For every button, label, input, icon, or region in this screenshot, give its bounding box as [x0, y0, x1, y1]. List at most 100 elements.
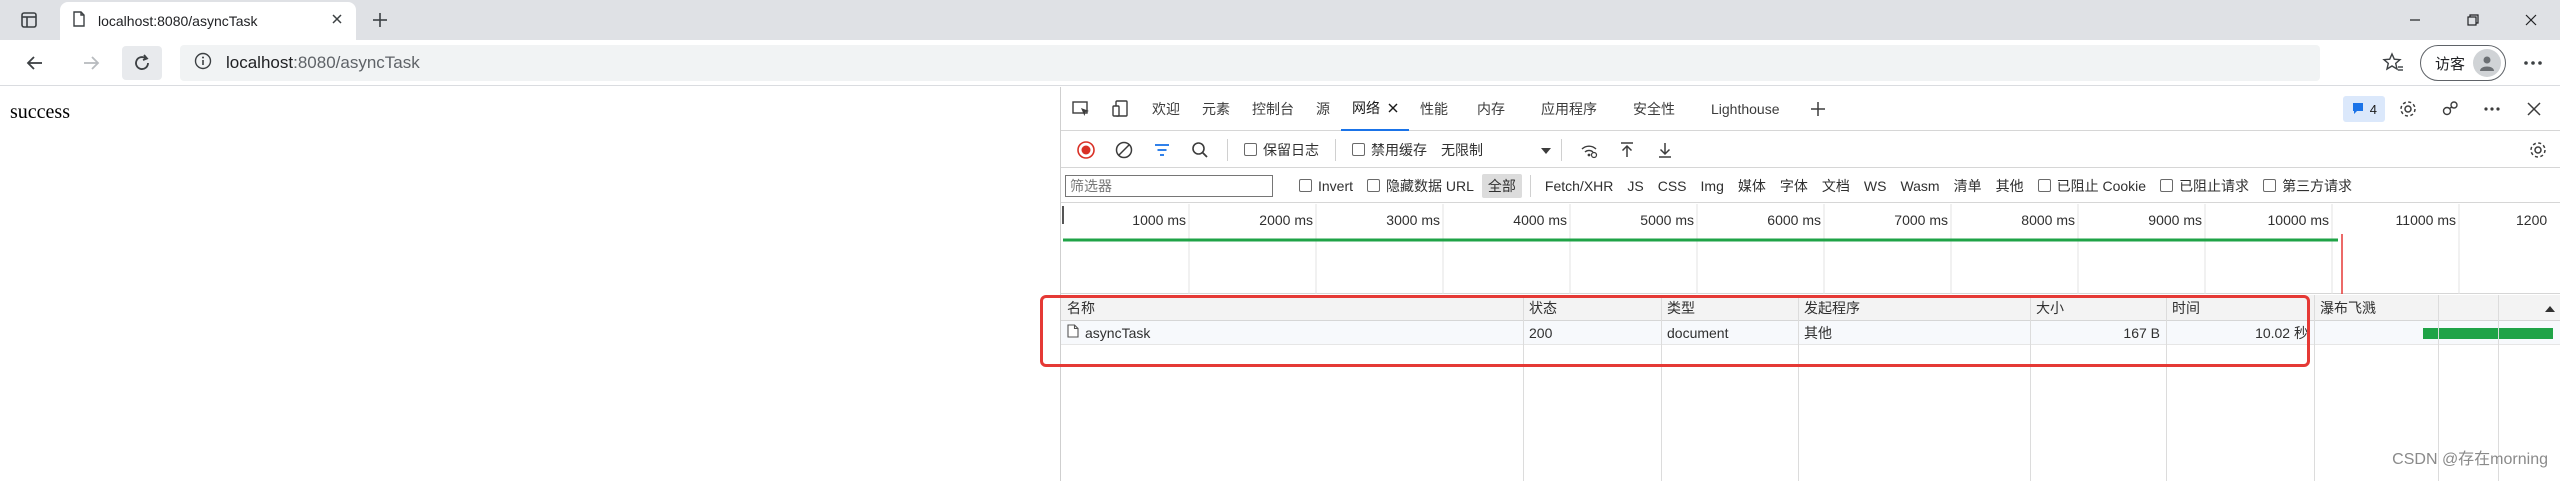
tab-console[interactable]: 控制台: [1241, 87, 1305, 131]
window-close-icon[interactable]: [2502, 0, 2560, 40]
close-devtools-icon[interactable]: [2515, 87, 2553, 131]
filter-type-other[interactable]: 其他: [1990, 174, 2030, 198]
filter-type-css[interactable]: CSS: [1652, 176, 1693, 196]
column-header-status[interactable]: 状态: [1523, 295, 1661, 320]
tab-actions-icon[interactable]: [0, 0, 58, 40]
address-input[interactable]: localhost:8080/asyncTask: [180, 45, 2320, 81]
tab-security[interactable]: 安全性: [1615, 87, 1693, 131]
gear-icon[interactable]: [2389, 87, 2427, 131]
tick-label: 2000 ms: [1259, 212, 1313, 228]
checkbox-label: 保留日志: [1263, 141, 1319, 158]
filter-type-manifest[interactable]: 清单: [1948, 174, 1988, 198]
search-icon[interactable]: [1183, 133, 1217, 167]
checkbox-box[interactable]: [2037, 179, 2051, 192]
throttling-select[interactable]: 无限制: [1441, 140, 1551, 160]
filter-type-all[interactable]: 全部: [1481, 173, 1522, 198]
requests-table: 名称 状态 类型 发起程序 大小 时间 瀑布飞溅 asyncTask 200 d…: [1061, 295, 2560, 481]
device-emulation-icon[interactable]: [1101, 87, 1141, 131]
disable-cache-checkbox[interactable]: 禁用缓存: [1352, 140, 1427, 160]
checkbox-label: 隐藏数据 URL: [1386, 177, 1474, 194]
checkbox-box[interactable]: [1367, 179, 1381, 192]
tab-label: 性能: [1420, 100, 1448, 117]
column-divider: [2314, 295, 2315, 481]
checkbox-box[interactable]: [2263, 179, 2277, 192]
close-icon[interactable]: [1388, 100, 1398, 116]
cell-size: 167 B: [2123, 324, 2160, 341]
hide-data-urls-checkbox[interactable]: 隐藏数据 URL: [1367, 176, 1474, 196]
tab-elements[interactable]: 元素: [1191, 87, 1241, 131]
url-path: :8080/asyncTask: [293, 53, 420, 72]
window-controls: [2386, 0, 2560, 40]
guest-profile-button[interactable]: 访客: [2419, 45, 2506, 81]
tab-label: 内存: [1477, 100, 1505, 117]
forward-arrow-icon[interactable]: [74, 46, 108, 80]
import-har-icon[interactable]: [1610, 133, 1644, 167]
filter-type-fetch-xhr[interactable]: Fetch/XHR: [1539, 176, 1619, 196]
network-conditions-icon[interactable]: [1572, 133, 1606, 167]
network-settings-gear-icon[interactable]: [2521, 132, 2555, 168]
customize-icon[interactable]: [2431, 87, 2469, 131]
checkbox-box[interactable]: [2160, 179, 2174, 192]
filter-type-wasm[interactable]: Wasm: [1894, 176, 1945, 196]
column-divider: [2030, 295, 2031, 481]
info-icon[interactable]: [194, 52, 212, 75]
filter-icon[interactable]: [1145, 133, 1179, 167]
column-header-waterfall[interactable]: 瀑布飞溅: [2314, 295, 2560, 320]
devtools-right-actions: 4: [2342, 87, 2560, 131]
filter-type-doc[interactable]: 文档: [1816, 174, 1856, 198]
blocked-requests-checkbox[interactable]: 已阻止请求: [2160, 176, 2249, 196]
checkbox-box[interactable]: [1352, 143, 1365, 156]
column-header-type[interactable]: 类型: [1661, 295, 1798, 320]
blocked-cookies-checkbox[interactable]: 已阻止 Cookie: [2037, 176, 2146, 196]
tick-label: 8000 ms: [2021, 212, 2075, 228]
issues-badge[interactable]: 4: [2342, 96, 2385, 122]
invert-checkbox[interactable]: Invert: [1299, 178, 1353, 194]
tab-network[interactable]: 网络: [1341, 87, 1409, 131]
column-header-size[interactable]: 大小: [2030, 295, 2166, 320]
url-host: localhost: [226, 53, 294, 72]
column-header-initiator[interactable]: 发起程序: [1798, 295, 2030, 320]
tab-label: 控制台: [1252, 100, 1294, 117]
back-arrow-icon[interactable]: [18, 46, 52, 80]
table-header: 名称 状态 类型 发起程序 大小 时间 瀑布飞溅: [1061, 295, 2560, 321]
more-icon[interactable]: [2516, 60, 2550, 66]
preserve-log-checkbox[interactable]: 保留日志: [1244, 140, 1319, 160]
browser-tab[interactable]: localhost:8080/asyncTask: [60, 2, 356, 40]
tab-welcome[interactable]: 欢迎: [1141, 87, 1191, 131]
close-icon[interactable]: [330, 12, 344, 31]
network-overview-timeline[interactable]: 1000 ms 2000 ms 3000 ms 4000 ms 5000 ms …: [1061, 204, 2560, 294]
table-row[interactable]: asyncTask 200 document 其他 167 B 10.02 秒: [1061, 321, 2560, 345]
page-text: success: [10, 101, 70, 123]
filter-type-media[interactable]: 媒体: [1732, 174, 1772, 198]
favorites-star-icon[interactable]: [2376, 52, 2410, 74]
new-tab-button[interactable]: [366, 6, 394, 34]
checkbox-box[interactable]: [1299, 179, 1312, 192]
add-tool-plus-icon[interactable]: [1798, 87, 1838, 131]
export-har-icon[interactable]: [1648, 133, 1682, 167]
tab-label: 网络: [1352, 99, 1380, 116]
devtools-tab-bar: 欢迎 元素 控制台 源 网络 性能 内存 应用程序 安全性 Lighthouse: [1061, 87, 2560, 131]
request-name: asyncTask: [1085, 324, 1151, 341]
tab-memory[interactable]: 内存: [1459, 87, 1523, 131]
filter-input[interactable]: 筛选器: [1065, 174, 1273, 197]
checkbox-label: Invert: [1318, 177, 1354, 194]
clear-icon[interactable]: [1107, 133, 1141, 167]
tick-label: 5000 ms: [1640, 212, 1694, 228]
tab-sources[interactable]: 源: [1305, 87, 1341, 131]
more-icon[interactable]: [2473, 87, 2511, 131]
tab-lighthouse[interactable]: Lighthouse: [1693, 87, 1798, 131]
column-header-name[interactable]: 名称: [1061, 295, 1523, 320]
tab-performance[interactable]: 性能: [1409, 87, 1459, 131]
restore-icon[interactable]: [2444, 0, 2502, 40]
checkbox-box[interactable]: [1244, 143, 1257, 156]
inspect-element-icon[interactable]: [1061, 87, 1101, 131]
filter-type-img[interactable]: Img: [1695, 176, 1730, 196]
third-party-checkbox[interactable]: 第三方请求: [2263, 176, 2352, 196]
tab-application[interactable]: 应用程序: [1523, 87, 1615, 131]
filter-type-font[interactable]: 字体: [1774, 174, 1814, 198]
record-icon[interactable]: [1069, 133, 1103, 167]
minimize-icon[interactable]: [2386, 0, 2444, 40]
filter-type-js[interactable]: JS: [1621, 176, 1649, 196]
filter-type-ws[interactable]: WS: [1858, 176, 1893, 196]
reload-icon[interactable]: [122, 46, 162, 80]
